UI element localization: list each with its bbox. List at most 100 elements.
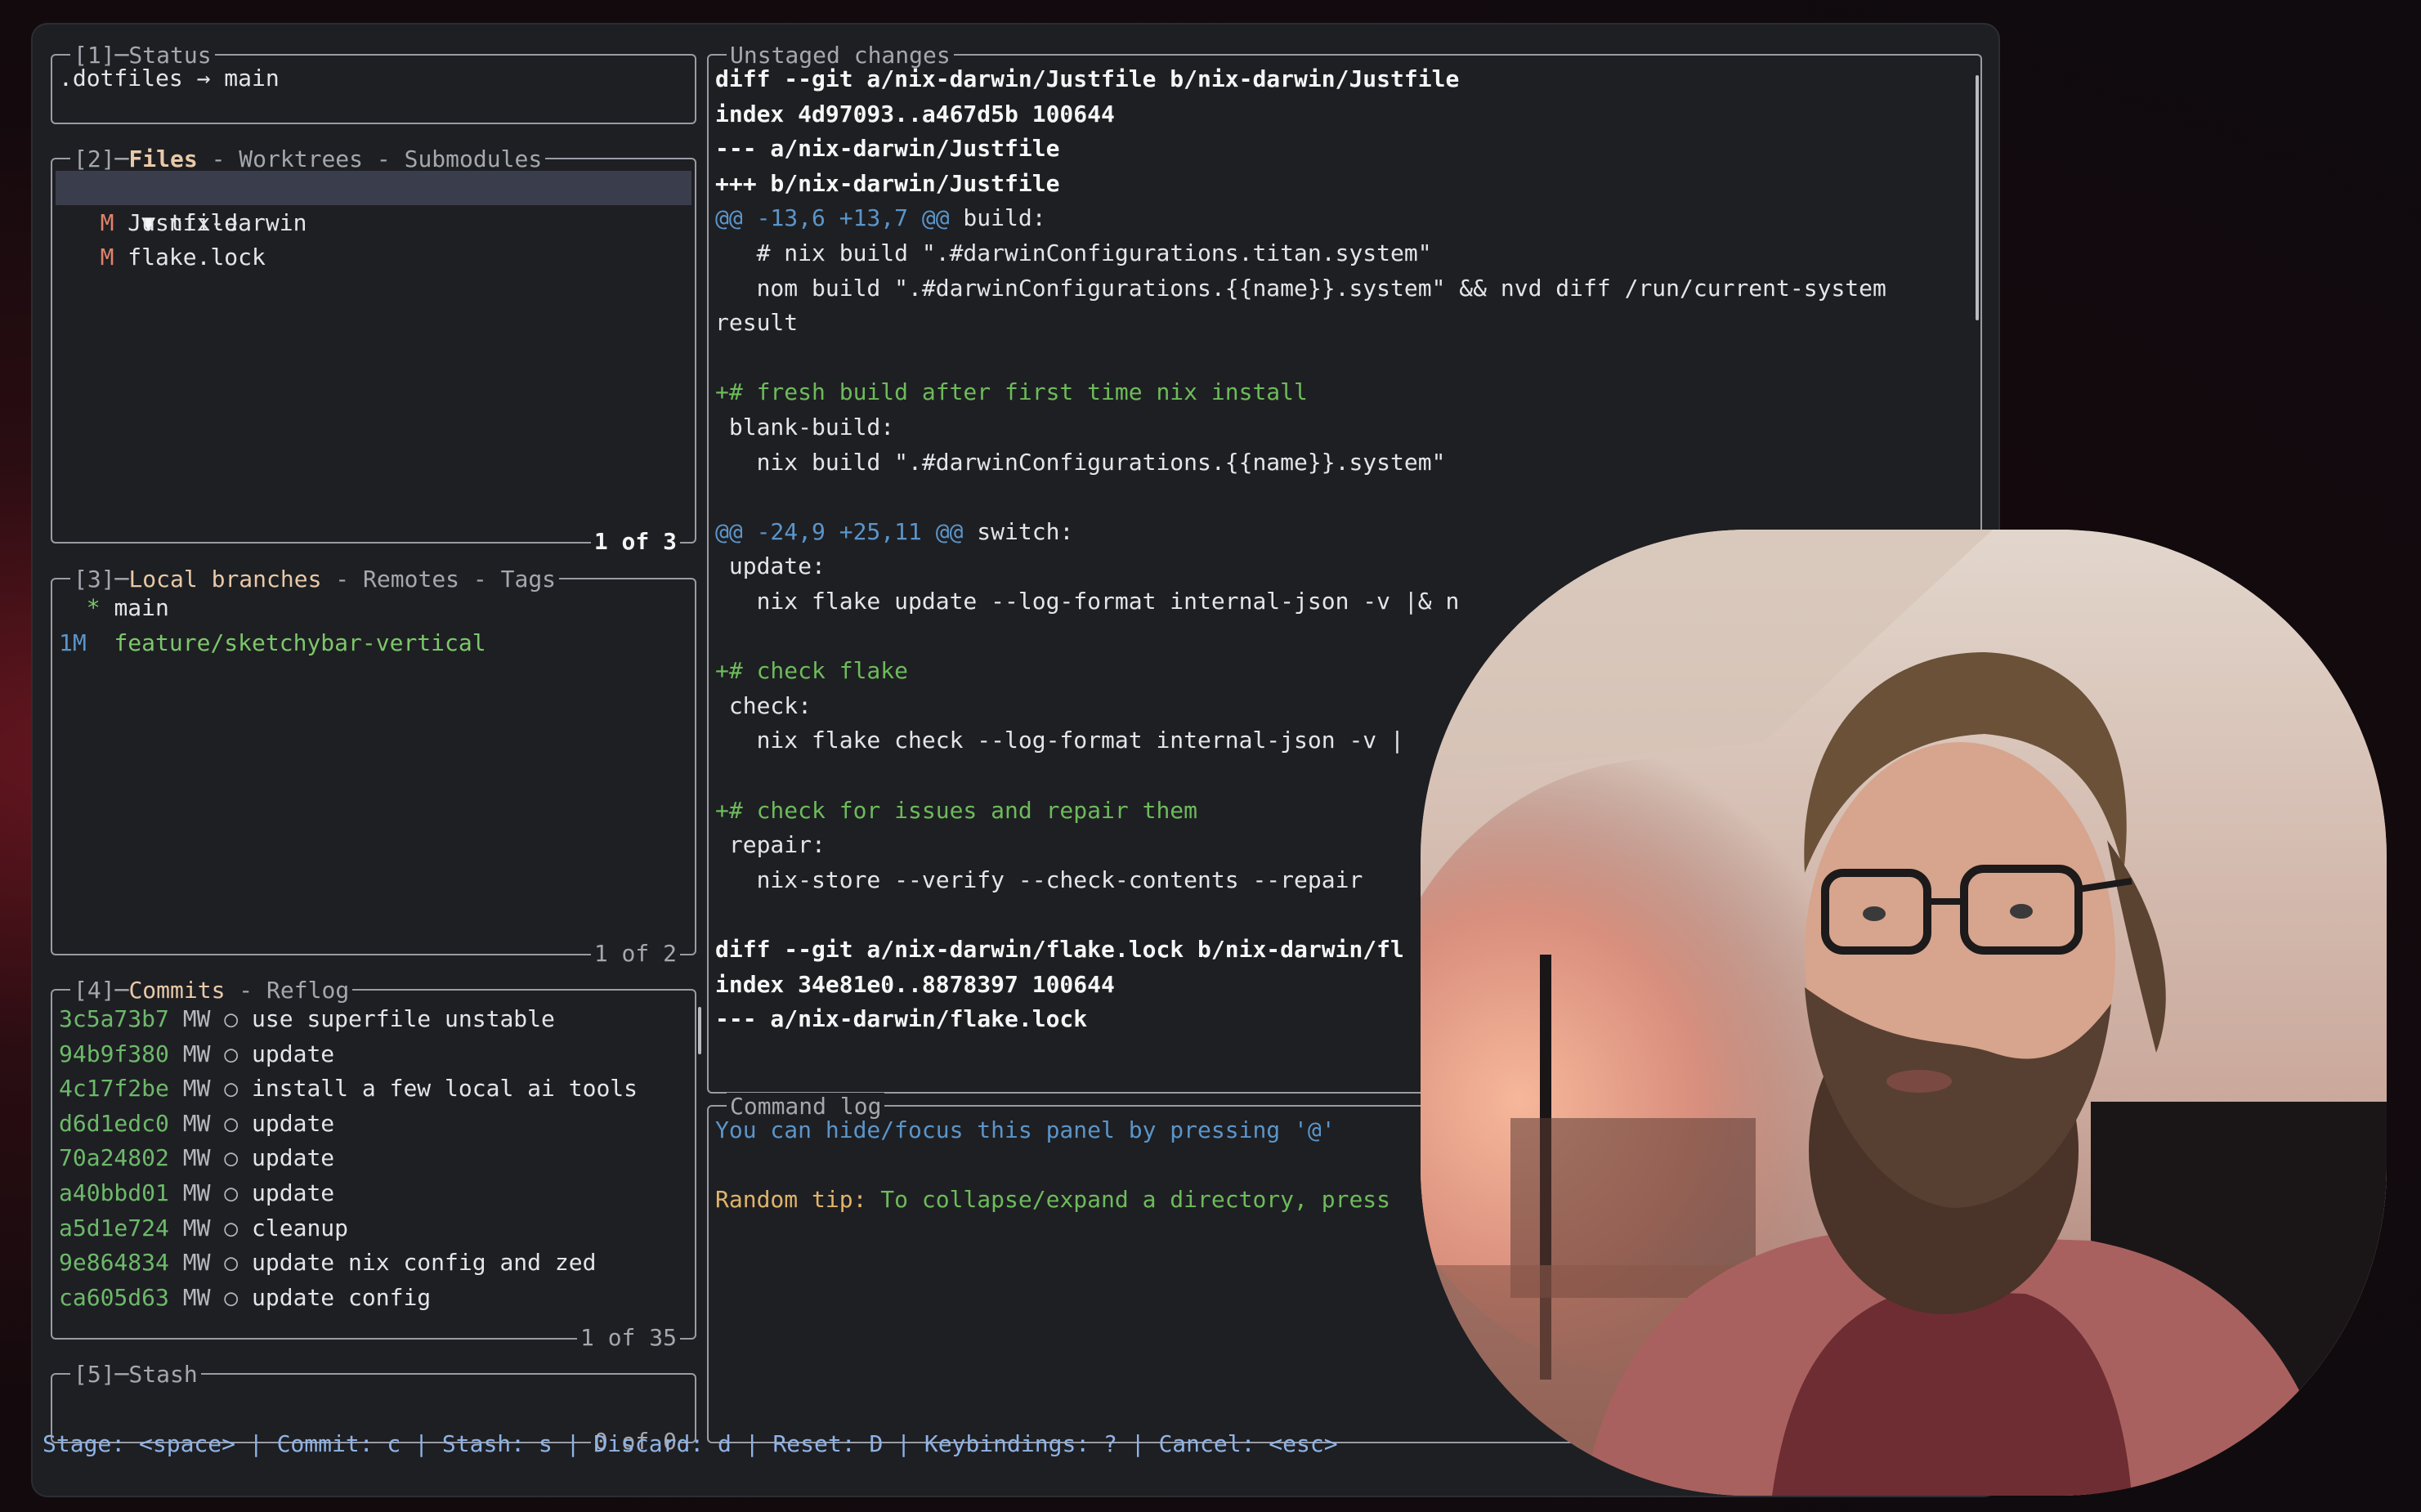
diff-line-text: diff --git a/nix-darwin/Justfile b/nix-d…	[715, 65, 1460, 92]
commit-row[interactable]: a5d1e724 MW ○ cleanup	[59, 1211, 348, 1246]
hunk-header: @@ -24,9 +25,11 @@	[715, 517, 964, 545]
diff-line: diff --git a/nix-darwin/Justfile b/nix-d…	[715, 62, 1459, 97]
diff-line: +# check for issues and repair them	[715, 794, 1197, 829]
tip-label: Random tip:	[715, 1186, 867, 1213]
diff-line: --- a/nix-darwin/Justfile	[715, 132, 1059, 167]
tab-reflog[interactable]: - Reflog	[225, 977, 349, 1004]
commit-row[interactable]: a40bbd01 MW ○ update	[59, 1176, 334, 1211]
diff-line-text: +# check for issues and repair them	[715, 796, 1198, 824]
diff-line-text: index 34e81e0..8878397 100644	[715, 970, 1115, 998]
tab-worktrees-submodules[interactable]: - Worktrees - Submodules	[198, 145, 543, 172]
hunk-header: @@ -13,6 +13,7 @@	[715, 204, 950, 232]
branch-row[interactable]: 1M feature/sketchybar-vertical	[59, 626, 486, 661]
files-panel-title: [2]─Files - Worktrees - Submodules	[70, 145, 546, 173]
hunk-context: build:	[949, 204, 1046, 232]
diff-line: nix build ".#darwinConfigurations.{{name…	[715, 445, 1446, 481]
diff-line: blank-build:	[715, 410, 894, 445]
branch-name: main	[114, 594, 169, 621]
commit-row[interactable]: d6d1edc0 MW ○ update	[59, 1107, 334, 1142]
branch-age: 1M	[59, 629, 101, 656]
modified-badge: M	[100, 244, 114, 271]
commit-row[interactable]: ca605d63 MW ○ update config	[59, 1281, 431, 1316]
commits-scrollbar[interactable]	[698, 1007, 701, 1054]
diff-scrollbar[interactable]	[1976, 75, 1979, 320]
diff-line-text: --- a/nix-darwin/flake.lock	[715, 1005, 1088, 1033]
status-repo-branch: .dotfiles → main	[59, 65, 280, 92]
file-tree-row[interactable]: M Justfile	[59, 206, 239, 241]
commit-graph-node-icon: ○	[224, 1040, 239, 1067]
commit-author: MW	[182, 1075, 211, 1103]
diff-line: result	[715, 306, 798, 341]
commit-row[interactable]: 70a24802 MW ○ update	[59, 1141, 334, 1176]
commit-hash: d6d1edc0	[59, 1109, 169, 1137]
diff-line: nom build ".#darwinConfigurations.{{name…	[715, 271, 1886, 306]
commits-panel[interactable]: [4]─Commits - Reflog 3c5a73b7 MW ○ use s…	[51, 977, 701, 1352]
tab-local-branches[interactable]: Local branches	[128, 566, 321, 593]
command-log-hint: You can hide/focus this panel by pressin…	[715, 1116, 1336, 1143]
branches-panel[interactable]: [3]─Local branches - Remotes - Tags * ma…	[51, 566, 696, 968]
status-panel[interactable]: [1]─Status .dotfiles → main	[51, 42, 696, 124]
diff-line-text: diff --git a/nix-darwin/flake.lock b/nix…	[715, 936, 1404, 963]
tab-commits[interactable]: Commits	[128, 977, 225, 1004]
diff-line: repair:	[715, 828, 826, 863]
commits-panel-title: [4]─Commits - Reflog	[70, 977, 353, 1004]
diff-line-text: # nix build ".#darwinConfigurations.tita…	[715, 239, 1432, 266]
commit-graph-node-icon: ○	[224, 1005, 239, 1032]
commits-panel-number: [4]─	[74, 977, 129, 1004]
diff-line-text: update:	[715, 552, 826, 580]
file-tree-row[interactable]: ▼ nix-darwin	[59, 171, 307, 236]
commit-author: MW	[182, 1040, 211, 1067]
commit-hash: 4c17f2be	[59, 1075, 169, 1103]
commits-count: 1 of 35	[576, 1324, 680, 1352]
commit-row[interactable]: 94b9f380 MW ○ update	[59, 1037, 334, 1072]
commit-graph-node-icon: ○	[224, 1109, 239, 1137]
tab-remotes-tags[interactable]: - Remotes - Tags	[321, 566, 556, 593]
commit-row[interactable]: 4c17f2be MW ○ install a few local ai too…	[59, 1071, 638, 1107]
diff-line-text: nix flake update --log-format internal-j…	[715, 588, 1460, 615]
commit-graph-node-icon: ○	[224, 1283, 239, 1311]
branches-count: 1 of 2	[590, 940, 680, 968]
diff-line-text: repair:	[715, 831, 826, 859]
diff-line-text: nix build ".#darwinConfigurations.{{name…	[715, 448, 1446, 476]
diff-line-text: check:	[715, 691, 812, 719]
commit-author: MW	[182, 1005, 211, 1032]
commit-author: MW	[182, 1109, 211, 1137]
commit-hash: ca605d63	[59, 1283, 169, 1311]
commit-row[interactable]: 9e864834 MW ○ update nix config and zed	[59, 1246, 596, 1281]
hunk-context: switch:	[963, 517, 1074, 545]
commit-hash: 3c5a73b7	[59, 1005, 169, 1032]
diff-line: +++ b/nix-darwin/Justfile	[715, 167, 1059, 202]
diff-line-text: +# check flake	[715, 657, 909, 685]
commit-graph-node-icon: ○	[224, 1249, 239, 1277]
diff-line: nix flake check --log-format internal-js…	[715, 723, 1404, 758]
random-tip: Random tip: To collapse/expand a directo…	[715, 1183, 1390, 1218]
presenter-portrait	[1421, 530, 2387, 1496]
commit-author: MW	[182, 1249, 211, 1277]
modified-badge: M	[100, 209, 114, 236]
diff-line: +# check flake	[715, 654, 908, 689]
branch-name: feature/sketchybar-vertical	[114, 629, 486, 656]
branch-row[interactable]: * main	[59, 591, 169, 626]
files-count: 1 of 3	[590, 528, 680, 556]
diff-line: nix-store --verify --check-contents --re…	[715, 863, 1363, 898]
tab-files[interactable]: Files	[128, 145, 197, 172]
commit-message: update	[252, 1179, 335, 1206]
diff-line: update:	[715, 549, 826, 584]
file-tree-row[interactable]: M flake.lock	[59, 240, 266, 275]
diff-line: @@ -13,6 +13,7 @@ build:	[715, 201, 1046, 236]
commit-message: use superfile unstable	[252, 1005, 555, 1032]
commit-message: cleanup	[252, 1214, 349, 1241]
diff-line-text: nix flake check --log-format internal-js…	[715, 727, 1404, 754]
commit-graph-node-icon: ○	[224, 1179, 239, 1206]
diff-line-text: nix-store --verify --check-contents --re…	[715, 866, 1363, 893]
diff-line: index 34e81e0..8878397 100644	[715, 968, 1115, 1003]
commit-graph-node-icon: ○	[224, 1214, 239, 1241]
commit-row[interactable]: 3c5a73b7 MW ○ use superfile unstable	[59, 1002, 555, 1037]
diff-line-text: blank-build:	[715, 414, 895, 441]
files-panel[interactable]: [2]─Files - Worktrees - Submodules ▼ nix…	[51, 145, 696, 556]
commit-hash: a5d1e724	[59, 1214, 169, 1241]
diff-line: nix flake update --log-format internal-j…	[715, 584, 1460, 620]
diff-line: diff --git a/nix-darwin/flake.lock b/nix…	[715, 933, 1404, 968]
commit-message: update	[252, 1040, 335, 1067]
commit-graph-node-icon: ○	[224, 1075, 239, 1103]
